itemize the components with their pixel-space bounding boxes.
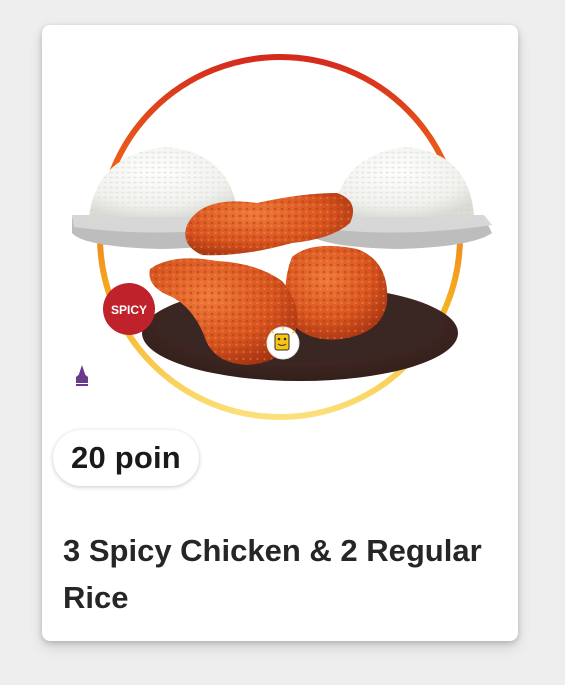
product-image: SPICY	[72, 54, 492, 420]
points-badge: 20 poin	[53, 430, 199, 486]
halal-logo-icon	[76, 365, 88, 386]
mascot-badge-icon	[266, 326, 300, 360]
points-label: 20 poin	[71, 440, 181, 475]
reward-card[interactable]: SPICY 20 poin 3 Spicy Chicken & 2 Regula…	[42, 25, 518, 641]
spicy-badge-label: SPICY	[111, 303, 147, 317]
spicy-badge: SPICY	[103, 283, 155, 335]
product-title: 3 Spicy Chicken & 2 Regular Rice	[63, 533, 482, 615]
